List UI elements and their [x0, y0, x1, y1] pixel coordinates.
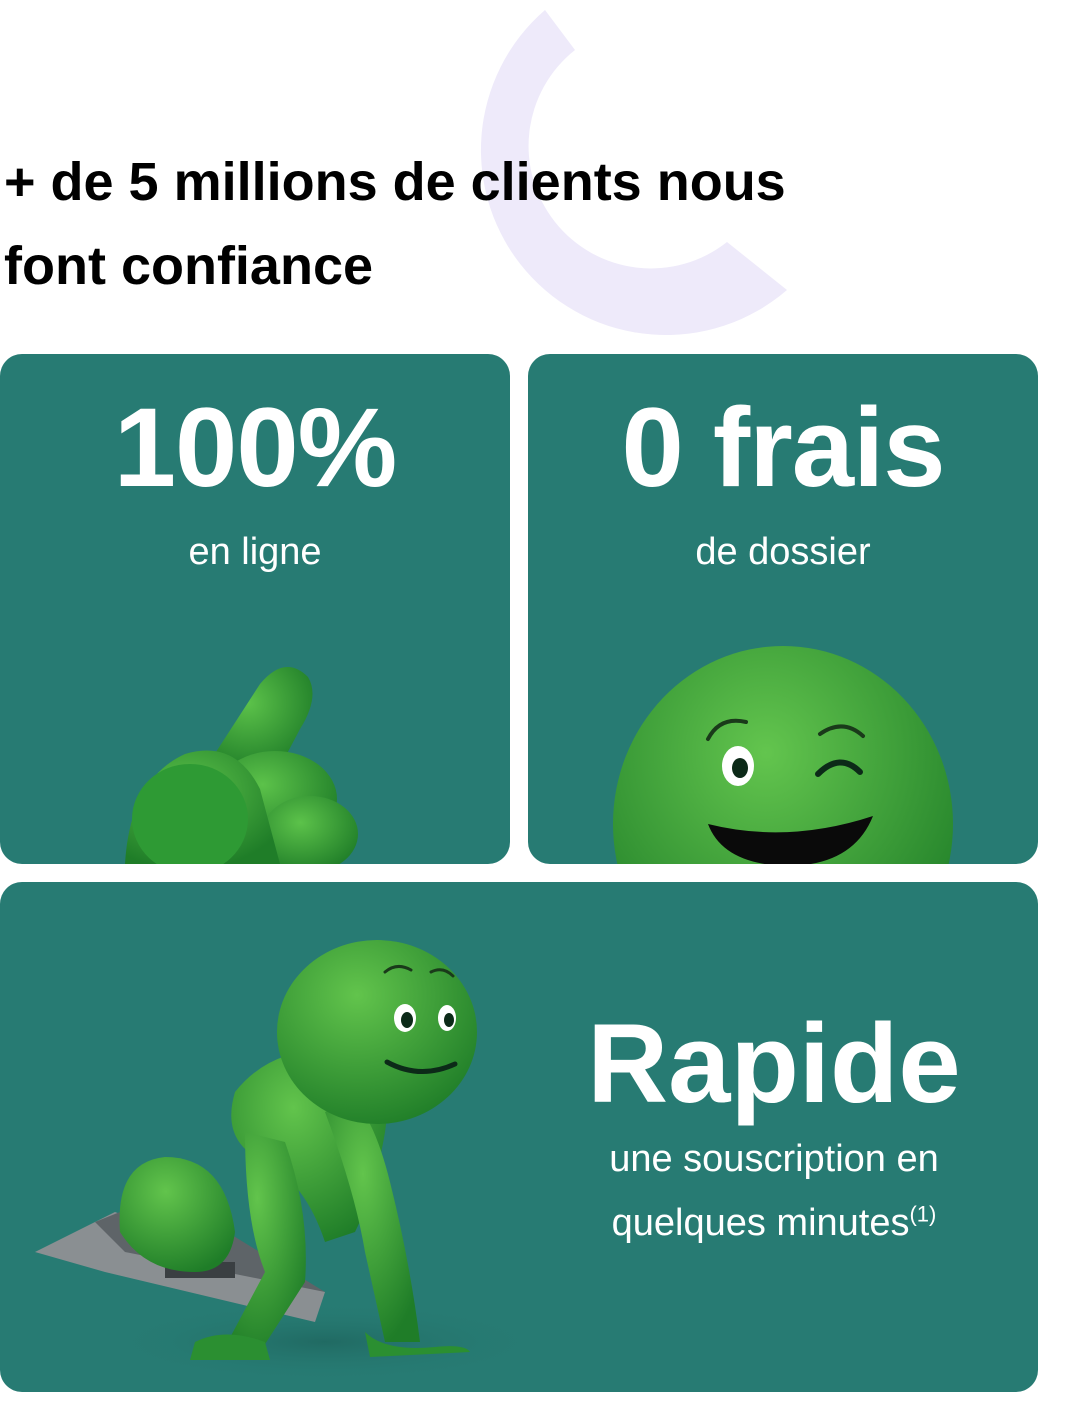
card-no-fees-subtitle: de dossier: [695, 531, 871, 573]
page: + de 5 millions de clients nous font con…: [0, 0, 1065, 1401]
card-fast: Rapide une souscription en quelques minu…: [0, 882, 1038, 1392]
headline-line-1: + de 5 millions de clients nous: [4, 152, 786, 212]
card-online-title: 100%: [113, 385, 397, 510]
card-fast-subtitle-line-2: quelques minutes(1): [560, 1192, 988, 1254]
card-no-fees: 0 frais de dossier: [528, 354, 1038, 864]
headline-line-2: font confiance: [4, 236, 374, 296]
mascot-sprinter-starting-block-image: [35, 940, 545, 1382]
mascot-pointing-finger-image: [125, 667, 358, 864]
card-online-subtitle: en ligne: [188, 531, 322, 573]
card-fast-subtitle-line-1: une souscription en: [609, 1138, 939, 1180]
card-online: 100% en ligne: [0, 354, 510, 864]
footnote-marker: (1): [909, 1201, 937, 1227]
card-no-fees-title: 0 frais: [621, 385, 946, 510]
card-fast-title: Rapide: [587, 1001, 961, 1126]
page-headline: + de 5 millions de clients nous font con…: [4, 140, 904, 308]
card-fast-text: Rapide une souscription en quelques minu…: [560, 1002, 988, 1254]
mascot-winking-face-image: [613, 646, 953, 864]
card-fast-subtitle-text: quelques minutes: [611, 1202, 910, 1244]
